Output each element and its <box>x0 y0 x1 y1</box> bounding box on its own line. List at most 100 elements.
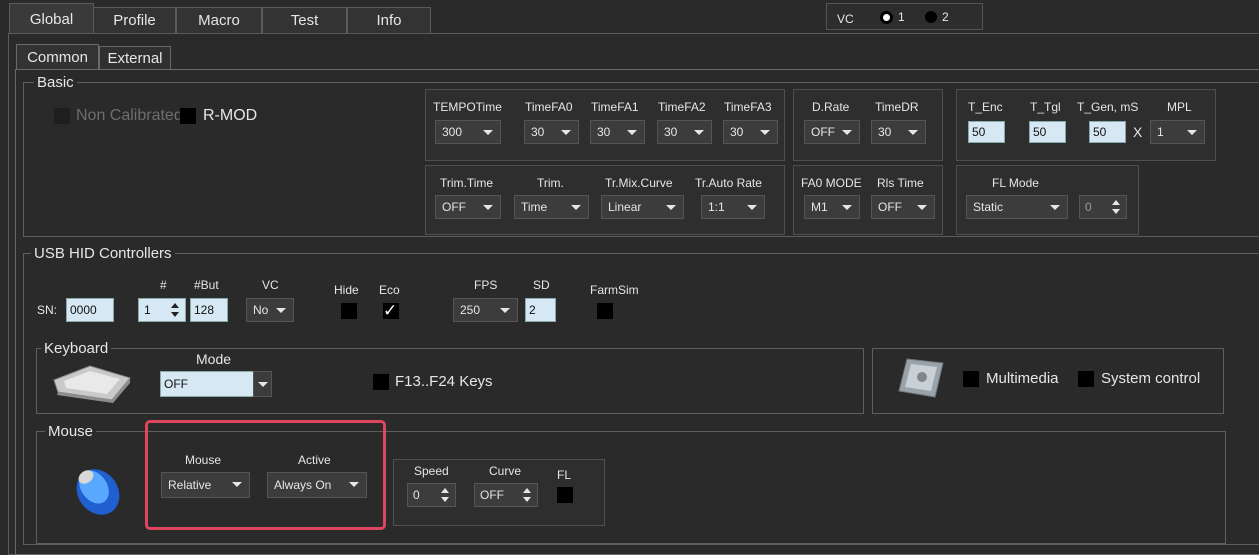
tab-profile[interactable]: Profile <box>93 7 176 33</box>
spinner-arrows-icon <box>1112 199 1122 215</box>
sn-input[interactable]: 0000 <box>66 298 114 322</box>
drate-select[interactable]: OFF <box>804 120 860 144</box>
usb-vc-select[interactable]: No <box>246 298 294 322</box>
fl-checkbox[interactable] <box>557 487 573 503</box>
chevron-down-icon <box>483 130 493 135</box>
chevron-down-icon <box>571 205 581 210</box>
system-control-label: System control <box>1101 370 1201 387</box>
timefa0-select[interactable]: 30 <box>524 120 579 144</box>
trmix-curve-select[interactable]: Linear <box>601 195 684 219</box>
tenc-input[interactable]: 50 <box>968 121 1005 143</box>
tgen-input[interactable]: 50 <box>1089 121 1126 143</box>
multimedia-checkbox[interactable] <box>963 371 979 387</box>
spinner-arrows-icon <box>441 487 451 503</box>
keyboard-title: Keyboard <box>41 340 112 357</box>
sd-input[interactable]: 2 <box>525 298 556 322</box>
chevron-down-icon <box>666 205 676 210</box>
flmode-spinner[interactable]: 0 <box>1079 195 1127 219</box>
keyboard-icon <box>53 365 131 403</box>
chevron-down-icon <box>842 130 852 135</box>
speed-spinner[interactable]: 0 <box>407 483 456 507</box>
farmsim-checkbox[interactable] <box>597 303 613 319</box>
timedr-select[interactable]: 30 <box>871 120 926 144</box>
f13-f24-checkbox[interactable] <box>373 374 389 390</box>
sd-label: SD <box>533 278 550 292</box>
chevron-down-icon <box>842 205 852 210</box>
eco-checkbox[interactable]: ✓ <box>383 301 399 320</box>
non-calibrated-label: Non Calibrated <box>76 107 181 124</box>
system-control-checkbox[interactable] <box>1078 371 1094 387</box>
chevron-down-icon <box>276 308 286 313</box>
tempo-time-label: TEMPOTime <box>433 100 502 114</box>
trim-time-select[interactable]: OFF <box>435 195 501 219</box>
spinner-arrows-icon <box>171 302 181 318</box>
keyboard-mode-label: Mode <box>196 351 232 367</box>
but-input[interactable]: 128 <box>190 298 228 322</box>
subtab-common[interactable]: Common <box>16 44 99 70</box>
rls-time-select[interactable]: OFF <box>871 195 935 219</box>
basic-title: Basic <box>34 74 77 91</box>
timefa1-select[interactable]: 30 <box>590 120 645 144</box>
tab-info[interactable]: Info <box>347 7 431 33</box>
vc-radio-2-label: 2 <box>942 10 949 24</box>
keyboard-mode-select[interactable]: OFF <box>160 371 254 397</box>
multimedia-label: Multimedia <box>986 370 1059 387</box>
tab-test[interactable]: Test <box>262 7 347 33</box>
non-calibrated-checkbox[interactable] <box>54 108 70 124</box>
fps-select[interactable]: 250 <box>453 298 518 322</box>
trim-label: Trim. <box>537 176 564 190</box>
chevron-down-icon <box>627 130 637 135</box>
chevron-down-icon <box>483 205 493 210</box>
checkmark-icon: ✓ <box>383 301 398 320</box>
rmod-checkbox[interactable] <box>180 108 196 124</box>
subtab-external[interactable]: External <box>99 46 171 70</box>
chevron-down-icon <box>760 130 770 135</box>
eco-label: Eco <box>379 283 400 297</box>
chevron-down-icon <box>561 130 571 135</box>
num-spinner[interactable]: 1 <box>138 298 186 322</box>
vc-radio-2[interactable] <box>925 11 937 23</box>
fa0-mode-select[interactable]: M1 <box>804 195 860 219</box>
but-label: #But <box>194 278 219 292</box>
fl-label: FL <box>557 468 572 482</box>
trauto-rate-select[interactable]: 1:1 <box>701 195 765 219</box>
highlight-box <box>145 420 386 530</box>
keyboard-mode-dropdown-button[interactable] <box>253 371 272 397</box>
trim-select[interactable]: Time <box>514 195 589 219</box>
hide-checkbox[interactable] <box>341 303 357 319</box>
flmode-select[interactable]: Static <box>966 195 1068 219</box>
trauto-rate-label: Tr.Auto Rate <box>695 176 762 190</box>
rls-time-label: Rls Time <box>877 176 924 190</box>
chevron-down-icon <box>694 130 704 135</box>
timedr-label: TimeDR <box>875 100 919 114</box>
fps-label: FPS <box>474 278 498 292</box>
chevron-down-icon <box>1187 130 1197 135</box>
timefa3-select[interactable]: 30 <box>723 120 778 144</box>
num-label: # <box>160 278 167 292</box>
multimedia-icon <box>898 358 944 398</box>
f13-f24-label: F13..F24 Keys <box>395 373 493 390</box>
tenc-label: T_Enc <box>968 100 1003 114</box>
trmix-curve-label: Tr.Mix.Curve <box>605 176 673 190</box>
curve-label: Curve <box>489 464 522 478</box>
speed-label: Speed <box>414 464 449 478</box>
mouse-title: Mouse <box>45 423 97 440</box>
tempo-time-select[interactable]: 300 <box>435 120 501 144</box>
spinner-arrows-icon <box>523 487 533 503</box>
trim-time-label: Trim.Time <box>440 176 494 190</box>
timefa2-select[interactable]: 30 <box>657 120 712 144</box>
usb-hid-title: USB HID Controllers <box>31 245 175 262</box>
timefa0-label: TimeFA0 <box>525 100 573 114</box>
chevron-down-icon <box>917 205 927 210</box>
tab-global[interactable]: Global <box>9 3 94 34</box>
mpl-select[interactable]: 1 <box>1150 120 1205 144</box>
curve-spinner[interactable]: OFF <box>474 483 538 507</box>
drate-label: D.Rate <box>812 100 850 114</box>
ttgl-input[interactable]: 50 <box>1029 121 1066 143</box>
vc-radio-1[interactable] <box>880 11 893 24</box>
tab-macro[interactable]: Macro <box>176 7 262 33</box>
sn-label: SN: <box>37 303 58 317</box>
vc-label: VC <box>837 12 854 26</box>
timefa1-label: TimeFA1 <box>591 100 639 114</box>
chevron-down-icon <box>1050 205 1060 210</box>
